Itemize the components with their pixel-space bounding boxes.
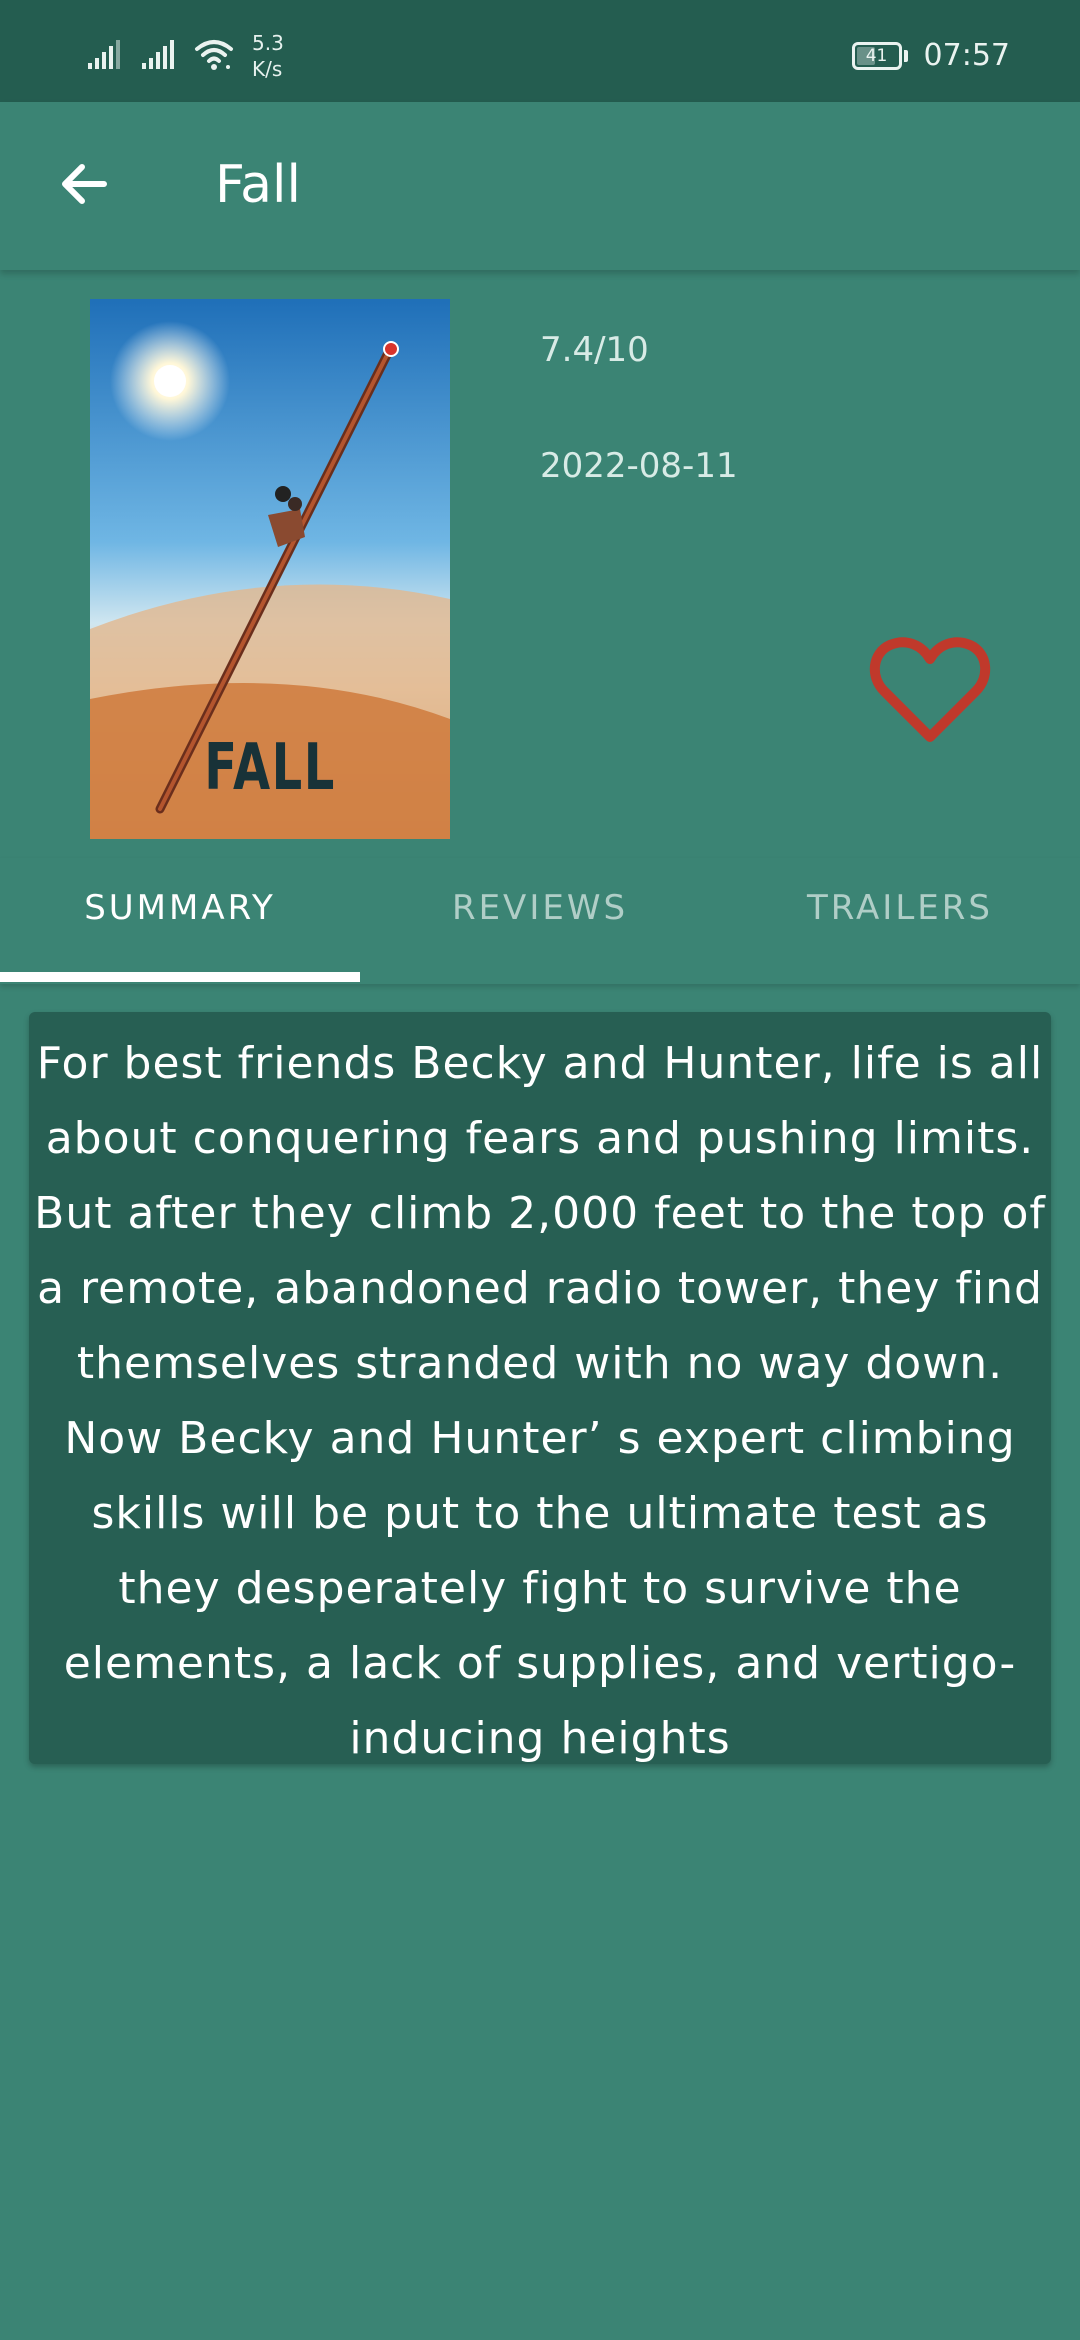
wifi-icon xyxy=(194,37,234,75)
arrow-left-icon xyxy=(56,156,112,216)
release-date: 2022-08-11 xyxy=(540,446,738,486)
status-bar: 5.3 K/s 41 07:57 xyxy=(0,0,1080,102)
movie-poster: FALL xyxy=(90,299,450,839)
network-speed-unit: K/s xyxy=(252,57,283,81)
heart-outline-icon xyxy=(868,635,992,751)
tab-bar: SUMMARY REVIEWS TRAILERS xyxy=(0,858,1080,984)
tab-summary-label: SUMMARY xyxy=(84,888,276,928)
network-speed: 5.3 K/s xyxy=(252,30,284,82)
signal-icon xyxy=(140,37,176,75)
page-title: Fall xyxy=(215,155,301,215)
network-speed-value: 5.3 xyxy=(252,31,284,55)
movie-rating: 7.4/10 xyxy=(540,330,649,370)
summary-card: For best friends Becky and Hunter, life … xyxy=(29,1012,1051,1764)
battery-tip xyxy=(903,49,908,62)
tab-reviews-label: REVIEWS xyxy=(451,888,629,928)
status-bar-left: 5.3 K/s xyxy=(86,30,284,82)
favorite-button[interactable] xyxy=(860,628,1000,758)
battery-icon: 41 xyxy=(851,41,902,70)
tab-indicator xyxy=(0,972,360,982)
tab-trailers[interactable]: TRAILERS xyxy=(720,858,1080,984)
battery-level: 41 xyxy=(865,45,888,66)
clock: 07:57 xyxy=(923,38,1010,73)
signal-icon xyxy=(86,37,122,75)
summary-text: For best friends Becky and Hunter, life … xyxy=(34,1038,1046,1764)
tab-trailers-label: TRAILERS xyxy=(807,888,993,928)
tab-reviews[interactable]: REVIEWS xyxy=(360,858,720,984)
poster-title: FALL xyxy=(204,731,336,805)
back-button[interactable] xyxy=(44,146,124,226)
tab-summary[interactable]: SUMMARY xyxy=(0,858,360,984)
app-bar: Fall xyxy=(0,102,1080,270)
status-bar-right: 41 07:57 xyxy=(851,38,1010,73)
